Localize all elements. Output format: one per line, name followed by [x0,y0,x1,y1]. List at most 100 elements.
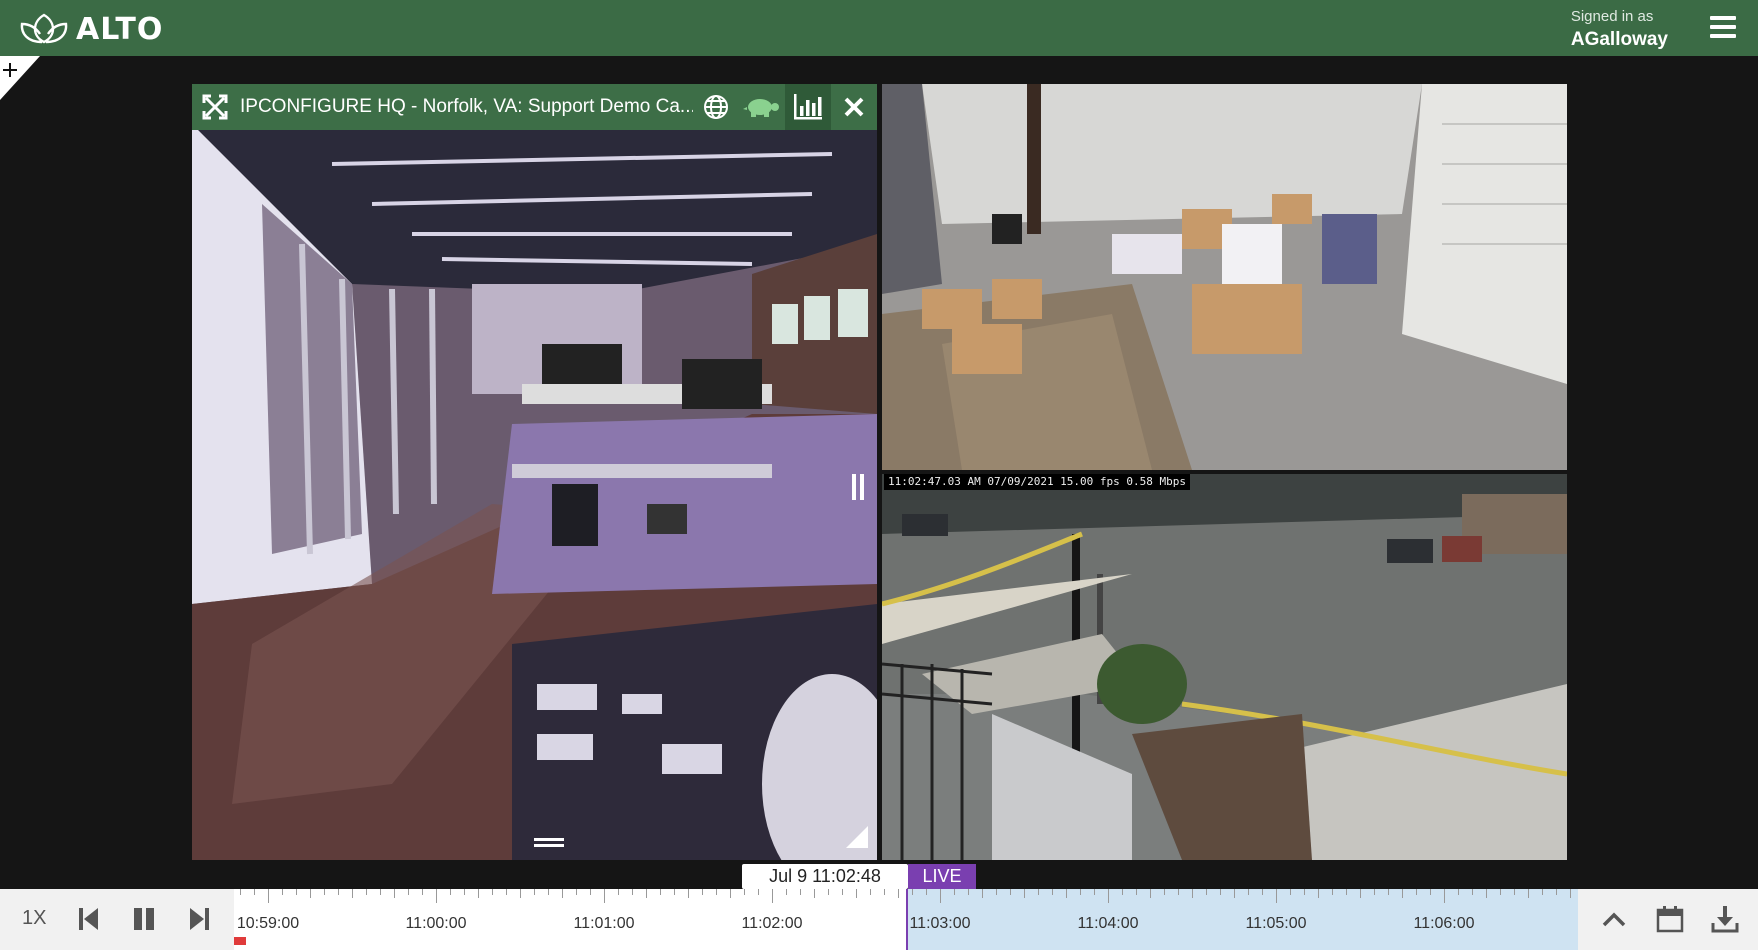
close-camera-button[interactable] [831,84,877,130]
live-button[interactable]: LIVE [908,864,976,889]
skip-forward-button[interactable] [184,903,214,935]
minor-tick [800,889,801,895]
minor-tick [898,889,899,898]
minor-tick [394,889,395,898]
minor-tick [926,889,927,895]
hamburger-menu-icon[interactable] [1710,16,1736,38]
major-tick [268,889,269,903]
timeline-label: 11:00:00 [405,915,467,932]
minor-tick [1052,889,1053,895]
minor-tick [492,889,493,895]
minor-tick [1472,889,1473,895]
minor-tick [1374,889,1375,895]
minor-tick [618,889,619,895]
parking-video-frame [882,474,1567,860]
signed-in-info: Signed in as AGalloway [1571,8,1668,51]
signed-in-label: Signed in as [1570,8,1654,25]
minor-tick [1542,889,1543,895]
minor-tick [1248,889,1249,895]
plus-icon [0,56,40,100]
office-video-frame [192,84,877,860]
fullscreen-button[interactable] [192,84,238,130]
skip-back-button[interactable] [74,903,104,935]
minor-tick [842,889,843,895]
calendar-icon [1656,906,1684,933]
minor-tick [282,889,283,895]
minor-tick [366,889,367,895]
minor-tick [814,889,815,898]
minor-tick [548,889,549,895]
minor-tick [1262,889,1263,895]
download-icon [1711,906,1739,933]
minor-tick [702,889,703,895]
playback-speed[interactable]: 1X [22,907,46,930]
username[interactable]: AGalloway [1571,29,1668,51]
minor-tick [1458,889,1459,895]
minor-tick [254,889,255,895]
expand-timeline-button[interactable] [1599,903,1629,935]
timeline-scrubber[interactable]: 10:59:00 11:00:00 11:01:00 11:02:00 11:03:00… [234,889,1578,950]
pause-icon [134,908,154,930]
chevron-up-icon [1602,912,1626,927]
low-bandwidth-button[interactable] [739,84,785,130]
current-time-badge: Jul 9 11:02:48 [742,864,908,889]
calendar-button[interactable] [1655,903,1685,935]
resize-grip-icon[interactable] [846,826,868,848]
minor-tick [954,889,955,895]
major-tick [436,889,437,903]
skip-previous-icon [79,908,98,930]
camera-header-bar: IPCONFIGURE HQ - Norfolk, VA: Support De… [192,84,877,130]
minor-tick [1486,889,1487,898]
minor-tick [1192,889,1193,898]
minor-tick [1234,889,1235,898]
timeline-label: 10:59:00 [236,915,300,932]
minor-tick [590,889,591,895]
minor-tick [1346,889,1347,895]
turtle-icon [743,99,779,117]
minor-tick [912,889,913,895]
globe-button[interactable] [693,84,739,130]
minor-tick [870,889,871,895]
minor-tick [1066,889,1067,898]
minor-tick [520,889,521,898]
download-button[interactable] [1710,903,1740,935]
minor-tick [1304,889,1305,895]
minor-tick [534,889,535,895]
minor-tick [1038,889,1039,895]
video-osd-overlay: 11:02:47.03 AM 07/09/2021 15.00 fps 0.58… [884,474,1191,490]
timeline-label: 11:05:00 [1245,915,1307,932]
minor-tick [240,889,241,895]
minor-tick [562,889,563,898]
minor-tick [1150,889,1151,898]
major-tick [604,889,605,903]
bar-chart-icon [794,94,822,120]
analytics-button[interactable] [785,84,831,130]
timeline-label: 11:03:00 [909,915,971,932]
brand-name: ALTO [76,11,164,47]
camera-feed-parking[interactable] [882,474,1567,860]
minor-tick [688,889,689,898]
camera-feed-office[interactable] [192,84,877,860]
minor-tick [1024,889,1025,898]
minor-tick [408,889,409,895]
camera-feed-warehouse[interactable] [882,84,1567,470]
minor-tick [660,889,661,895]
minor-tick [1122,889,1123,895]
timeline-label: 11:04:00 [1077,915,1139,932]
minor-tick [1178,889,1179,895]
pause-button[interactable] [129,903,159,935]
warehouse-video-frame [882,84,1567,470]
alto-logo[interactable]: ALTO [18,11,164,47]
minor-tick [674,889,675,895]
top-bar: ALTO Signed in as AGalloway [0,0,1758,56]
add-view-button[interactable] [0,56,40,100]
minor-tick [450,889,451,895]
minor-tick [1360,889,1361,898]
major-tick [1444,889,1445,903]
minor-tick [730,889,731,898]
minor-tick [1080,889,1081,895]
timeline-playhead[interactable] [906,889,908,950]
drag-handle-icon[interactable] [534,838,564,850]
lotus-logo-icon [20,13,68,44]
minor-tick [884,889,885,895]
